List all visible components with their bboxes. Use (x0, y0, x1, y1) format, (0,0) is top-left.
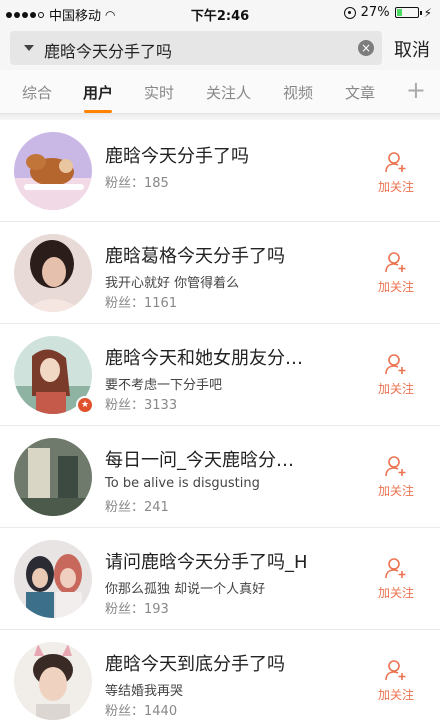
verified-badge-icon: ★ (76, 396, 94, 414)
avatar[interactable] (14, 540, 92, 618)
cancel-button[interactable]: 取消 (394, 36, 430, 62)
add-user-icon (385, 660, 406, 681)
avatar[interactable] (14, 234, 92, 312)
status-bar: 中国移动 ◠ 下午2:46 27% ⚡ (0, 0, 440, 26)
list-item[interactable]: 请问鹿晗今天分手了吗_H 你那么孤独 却说一个人真好 粉丝：193 加关注 (0, 528, 440, 630)
follow-label: 加关注 (377, 586, 414, 600)
user-fans: 粉丝：1161 (105, 296, 178, 311)
search-header: 鹿晗今天分手了吗 × 取消 (0, 26, 440, 70)
tab-articles[interactable]: 文章 (345, 82, 375, 103)
user-fans: 粉丝：241 (105, 500, 169, 515)
add-user-icon (385, 252, 406, 273)
user-name[interactable]: 鹿晗今天和她女朋友分… (105, 344, 303, 370)
list-item[interactable]: 鹿晗今天到底分手了吗 等结婚我再哭 粉丝：1440 加关注 (0, 630, 440, 726)
follow-button[interactable]: 加关注 (376, 556, 416, 601)
add-tab-icon[interactable]: + (406, 76, 426, 104)
user-name[interactable]: 每日一问_今天鹿晗分… (105, 446, 294, 472)
follow-button[interactable]: 加关注 (376, 658, 416, 703)
clear-icon[interactable]: × (358, 40, 374, 56)
list-item[interactable]: 鹿晗葛格今天分手了吗 我开心就好 你管得着么 粉丝：1161 加关注 (0, 222, 440, 324)
tab-following[interactable]: 关注人 (206, 82, 251, 103)
battery-icon (394, 7, 422, 18)
list-item[interactable]: 每日一问_今天鹿晗分… To be alive is disgusting 粉丝… (0, 426, 440, 528)
search-tabs: 综合 用户 实时 关注人 视频 文章 + (0, 70, 440, 114)
orientation-lock-icon (343, 6, 356, 19)
user-name[interactable]: 请问鹿晗今天分手了吗_H (105, 548, 308, 574)
dropdown-arrow-icon[interactable] (24, 45, 34, 51)
user-description: 等结婚我再哭 (105, 684, 184, 699)
follow-button[interactable]: 加关注 (376, 352, 416, 397)
search-input[interactable]: 鹿晗今天分手了吗 × (10, 31, 382, 65)
user-fans: 粉丝：1440 (105, 704, 178, 719)
follow-button[interactable]: 加关注 (376, 150, 416, 195)
follow-label: 加关注 (377, 180, 414, 194)
list-item[interactable]: 鹿晗今天分手了吗 粉丝：185 加关注 (0, 120, 440, 222)
charging-icon: ⚡ (423, 5, 432, 20)
add-user-icon (385, 558, 406, 579)
list-item[interactable]: ★ 鹿晗今天和她女朋友分… 要不考虑一下分手吧 粉丝：3133 加关注 (0, 324, 440, 426)
add-user-icon (385, 152, 406, 173)
follow-button[interactable]: 加关注 (376, 454, 416, 499)
avatar[interactable] (14, 642, 92, 720)
follow-label: 加关注 (377, 688, 414, 702)
user-description: 要不考虑一下分手吧 (105, 378, 223, 393)
user-description: 我开心就好 你管得着么 (105, 276, 240, 291)
avatar[interactable] (14, 132, 92, 210)
user-description: 你那么孤独 却说一个人真好 (105, 582, 266, 597)
tab-users[interactable]: 用户 (83, 82, 113, 103)
tab-realtime[interactable]: 实时 (144, 82, 174, 103)
tab-comprehensive[interactable]: 综合 (22, 82, 52, 103)
follow-label: 加关注 (377, 280, 414, 294)
search-query[interactable]: 鹿晗今天分手了吗 (44, 38, 172, 62)
user-name[interactable]: 鹿晗今天到底分手了吗 (105, 650, 285, 676)
user-description: To be alive is disgusting (105, 476, 260, 491)
avatar[interactable] (14, 438, 92, 516)
active-tab-indicator (84, 110, 112, 113)
user-fans: 粉丝：185 (105, 176, 169, 191)
user-name[interactable]: 鹿晗今天分手了吗 (105, 142, 249, 168)
tab-video[interactable]: 视频 (283, 82, 313, 103)
battery-percent: 27% (360, 5, 390, 20)
follow-label: 加关注 (377, 382, 414, 396)
add-user-icon (385, 456, 406, 477)
user-name[interactable]: 鹿晗葛格今天分手了吗 (105, 242, 285, 268)
user-fans: 粉丝：3133 (105, 398, 178, 413)
user-fans: 粉丝：193 (105, 602, 169, 617)
status-right: 27% ⚡ (343, 5, 432, 20)
follow-label: 加关注 (377, 484, 414, 498)
add-user-icon (385, 354, 406, 375)
follow-button[interactable]: 加关注 (376, 250, 416, 295)
